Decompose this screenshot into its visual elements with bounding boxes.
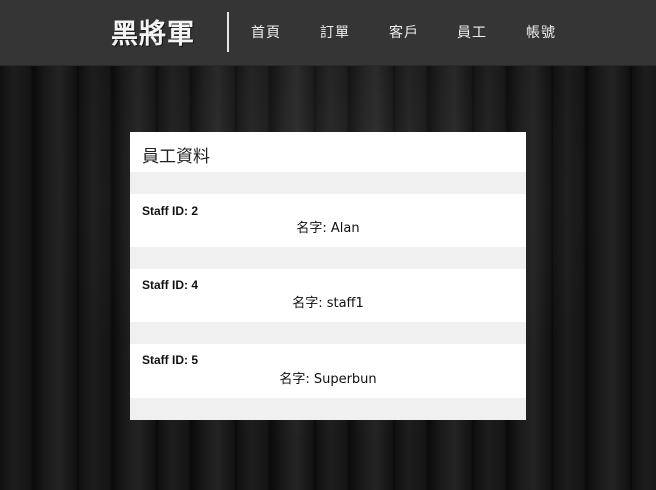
staff-name-label: 名字: Superbun — [279, 372, 377, 387]
row-separator — [130, 247, 526, 269]
nav-divider — [227, 12, 229, 52]
panel-title: 員工資料 — [142, 147, 210, 167]
top-nav-bar: 黑將軍 首頁 訂單 客戶 員工 帳號 — [0, 0, 656, 66]
staff-name-label: 名字: Alan — [296, 221, 360, 236]
nav-home[interactable]: 首頁 — [251, 22, 281, 42]
staff-name-label: 名字: staff1 — [292, 296, 364, 311]
row-separator — [130, 398, 526, 420]
staff-panel: 員工資料 Staff ID: 2 名字: Alan Staff ID: 4 名字… — [130, 132, 526, 420]
nav-account[interactable]: 帳號 — [526, 22, 556, 42]
row-separator — [130, 172, 526, 194]
staff-id-label: Staff ID: 4 — [142, 278, 199, 292]
nav-staff[interactable]: 員工 — [457, 22, 487, 42]
nav-orders[interactable]: 訂單 — [320, 22, 350, 42]
staff-id-label: Staff ID: 5 — [142, 353, 199, 367]
row-separator — [130, 322, 526, 344]
brand-logo[interactable]: 黑將軍 — [111, 12, 195, 51]
nav-customers[interactable]: 客戶 — [389, 22, 419, 42]
staff-id-label: Staff ID: 2 — [142, 204, 199, 218]
